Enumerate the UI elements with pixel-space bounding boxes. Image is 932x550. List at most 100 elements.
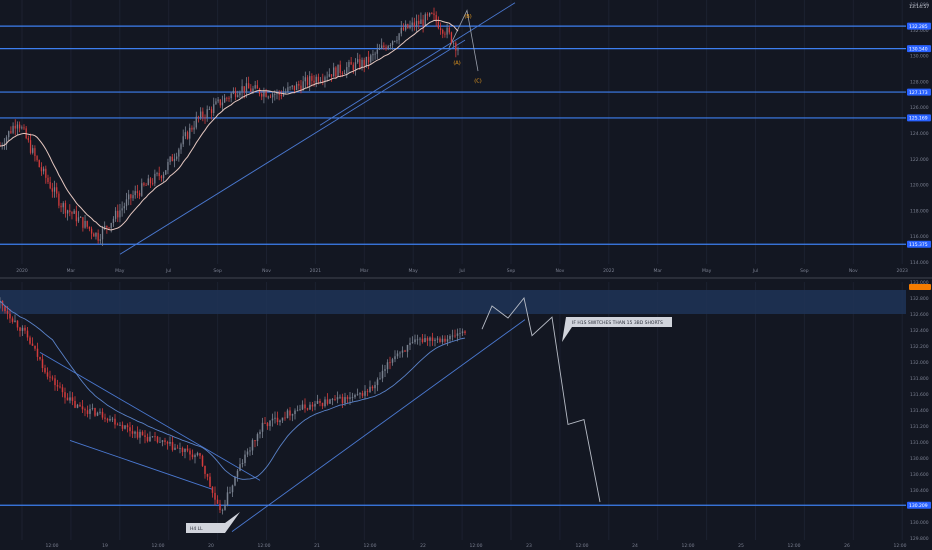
time-tick-label: 12:00 — [682, 543, 695, 549]
candle-body — [330, 74, 333, 77]
candle-body — [226, 97, 228, 99]
candle-body — [254, 440, 256, 442]
candle-body — [34, 345, 36, 349]
candle-body — [455, 42, 457, 51]
candle-body — [372, 53, 374, 56]
candle-body — [221, 509, 224, 511]
candle-body — [314, 403, 316, 407]
candle-body — [49, 182, 51, 189]
candle-body — [414, 339, 416, 343]
candle-body — [184, 448, 186, 453]
candle-body — [359, 393, 361, 395]
candle-body — [184, 132, 187, 137]
candle-body — [244, 454, 246, 463]
candle-body — [217, 99, 219, 102]
candle-body — [14, 320, 16, 322]
candle-body — [291, 414, 294, 416]
time-tick-label: Mar — [67, 268, 76, 274]
chart-background — [0, 0, 932, 550]
candle-body — [66, 210, 69, 214]
candle-body — [429, 337, 431, 341]
price-tick-label: 132.800 — [910, 296, 929, 302]
candle-body — [82, 217, 84, 228]
candle-body — [376, 379, 379, 386]
candle-body — [284, 417, 286, 419]
candle-body — [18, 124, 21, 129]
candle-body — [234, 476, 236, 486]
candle-body — [294, 410, 296, 415]
time-tick-label: Nov — [262, 268, 271, 274]
candle-body — [420, 19, 422, 25]
candle-body — [117, 210, 119, 218]
candle-body — [90, 228, 93, 234]
candle-body — [156, 173, 158, 174]
candle-body — [394, 356, 396, 360]
level-price-label: 127.173 — [909, 90, 928, 96]
time-tick-label: Sep — [800, 268, 809, 274]
price-tick-label: 116.000 — [910, 234, 929, 240]
candle-body — [86, 220, 88, 227]
candle-body — [141, 183, 143, 196]
candle-body — [366, 391, 369, 393]
candle-body — [269, 420, 271, 427]
price-tick-label: 120.000 — [910, 183, 929, 189]
candle-body — [36, 348, 39, 357]
candle-body — [51, 188, 53, 192]
candle-body — [281, 417, 284, 421]
candle-body — [415, 20, 418, 27]
candle-body — [356, 394, 359, 396]
candle-body — [319, 400, 321, 403]
candle-body — [422, 19, 424, 26]
callout-text: H4 LL — [190, 526, 203, 532]
candle-body — [167, 162, 169, 171]
candle-body — [99, 239, 101, 241]
candle-body — [304, 77, 306, 82]
candle-body — [441, 338, 444, 342]
candle-body — [309, 76, 311, 85]
candle-body — [169, 442, 171, 444]
candle-body — [42, 168, 45, 172]
candle-body — [101, 228, 104, 240]
current-price-tag[interactable] — [909, 284, 931, 290]
candle-body — [428, 13, 431, 16]
candle-body — [99, 411, 101, 413]
price-tick-label: 126.000 — [910, 105, 929, 111]
candle-body — [446, 339, 449, 342]
candle-body — [450, 32, 453, 43]
candle-body — [259, 431, 261, 435]
candle-body — [306, 408, 309, 410]
time-tick-label: 2020 — [16, 268, 28, 274]
candle-body — [324, 399, 326, 407]
candle-body — [195, 116, 197, 128]
candle-body — [329, 399, 331, 404]
price-tick-label: 132.600 — [910, 312, 929, 318]
candle-body — [106, 225, 108, 228]
candle-body — [237, 95, 239, 97]
time-tick-label: 2021 — [310, 268, 322, 274]
candle-body — [73, 210, 75, 214]
candle-body — [296, 410, 299, 412]
candle-body — [154, 436, 156, 438]
candle-body — [56, 187, 58, 194]
wave-label: (B) — [464, 14, 471, 20]
candle-body — [9, 313, 11, 319]
candle-body — [459, 333, 461, 334]
supply-zone[interactable] — [0, 290, 906, 314]
candle-body — [131, 431, 134, 434]
trading-chart[interactable]: (B)(A)(C) 134.000132.000130.000128.00012… — [0, 0, 932, 550]
candle-body — [29, 337, 31, 344]
candle-body — [158, 173, 160, 177]
candle-body — [186, 448, 189, 451]
candle-body — [457, 49, 459, 51]
candle-body — [389, 362, 391, 364]
candle-body — [171, 442, 174, 450]
candle-body — [439, 28, 442, 30]
candle-body — [384, 369, 386, 371]
candle-body — [311, 404, 314, 407]
candle-body — [464, 331, 466, 334]
candle-body — [219, 99, 221, 106]
candle-body — [370, 55, 372, 63]
candle-body — [69, 210, 71, 213]
candle-body — [249, 450, 251, 452]
candle-body — [341, 72, 344, 74]
